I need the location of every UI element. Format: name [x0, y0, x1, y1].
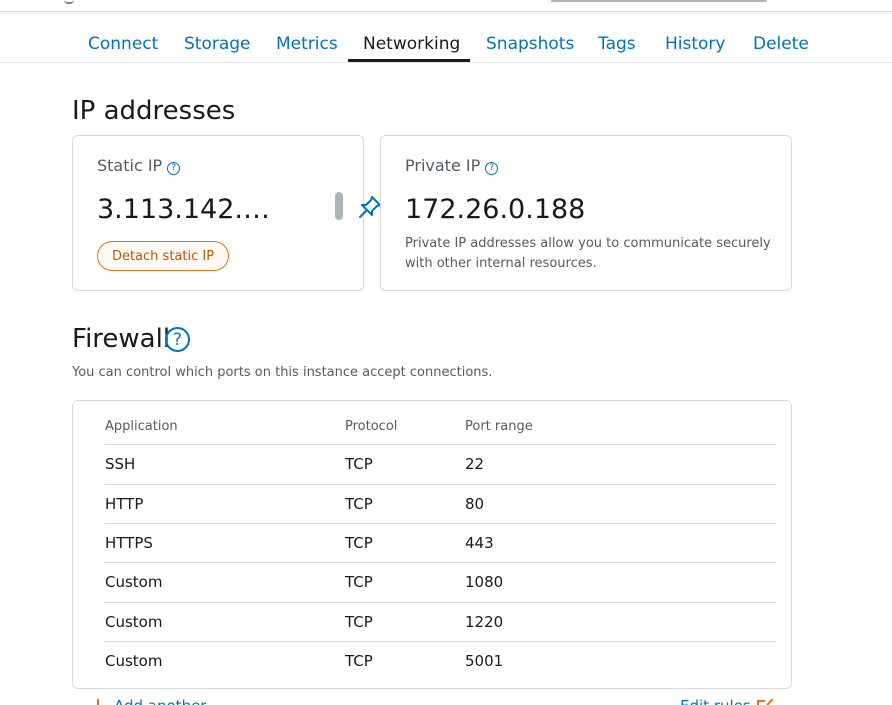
private-ip-card: Private IP? 172.26.0.188 Private IP addr… [380, 135, 792, 291]
cell-protocol: TCP [345, 652, 373, 670]
firewall-description: You can control which ports on this inst… [72, 365, 493, 380]
column-header-protocol: Protocol [345, 419, 398, 434]
table-row: Custom TCP 1220 [105, 602, 776, 641]
private-ip-value: 172.26.0.188 [405, 194, 586, 225]
table-row: Custom TCP 1080 [105, 562, 776, 601]
cell-application: HTTP [105, 495, 144, 513]
help-icon[interactable]: ? [485, 161, 499, 175]
static-ip-label: Static IP? [97, 156, 181, 175]
cell-application: HTTPS [105, 534, 153, 552]
active-tab-indicator [348, 59, 470, 62]
static-ip-label-text: Static IP [97, 156, 163, 175]
cell-application: Custom [105, 613, 163, 631]
static-ip-value: 3.113.142.… [97, 194, 270, 225]
search-input[interactable] [551, 0, 767, 2]
cell-protocol: TCP [345, 573, 373, 591]
edit-rules-link[interactable]: Edit rules [680, 697, 751, 705]
cell-application: SSH [105, 455, 136, 473]
edit-icon[interactable] [757, 699, 775, 705]
firewall-heading: Firewall [72, 324, 171, 354]
cell-port-range: 22 [465, 455, 485, 473]
cell-application: Custom [105, 652, 163, 670]
private-ip-label: Private IP? [405, 156, 499, 175]
help-icon[interactable]: ? [167, 161, 181, 175]
tab-storage[interactable]: Storage [184, 34, 251, 54]
detach-static-ip-button[interactable]: Detach static IP [97, 241, 229, 271]
ip-addresses-heading: IP addresses [72, 96, 236, 126]
static-ip-card: Static IP? 3.113.142.… Detach static IP [72, 135, 381, 291]
firewall-help-icon[interactable]: ? [165, 327, 190, 352]
column-header-port-range: Port range [465, 419, 533, 434]
cell-port-range: 1220 [465, 613, 504, 631]
plus-icon [97, 699, 99, 705]
cell-port-range: 443 [465, 534, 494, 552]
tab-metrics[interactable]: Metrics [276, 34, 338, 54]
tab-networking[interactable]: Networking [363, 34, 460, 54]
private-ip-label-text: Private IP [405, 156, 481, 175]
cell-protocol: TCP [345, 613, 373, 631]
text-scroll-handle[interactable] [335, 192, 343, 220]
tab-snapshots[interactable]: Snapshots [486, 34, 574, 54]
cell-protocol: TCP [345, 534, 373, 552]
cell-port-range: 80 [465, 495, 485, 513]
tab-delete[interactable]: Delete [753, 34, 809, 54]
table-row: HTTPS TCP 443 [105, 523, 776, 562]
tab-connect[interactable]: Connect [88, 34, 158, 54]
cell-port-range: 1080 [465, 573, 504, 591]
column-header-application: Application [105, 419, 178, 434]
firewall-rules-table: Application Protocol Port range SSH TCP … [72, 400, 792, 689]
cell-port-range: 5001 [465, 652, 504, 670]
table-row: Custom TCP 5001 [105, 641, 776, 680]
table-row: HTTP TCP 80 [105, 484, 776, 523]
cell-protocol: TCP [345, 455, 373, 473]
cell-protocol: TCP [345, 495, 373, 513]
table-row: SSH TCP 22 [105, 444, 776, 483]
tab-history[interactable]: History [665, 34, 725, 54]
logo-icon[interactable] [64, 0, 74, 4]
instance-tabs: Connect Storage Metrics Networking Snaps… [0, 12, 892, 63]
add-another-link[interactable]: Add another [114, 697, 206, 705]
private-ip-description: Private IP addresses allow you to commun… [405, 236, 771, 271]
top-navigation-bar [0, 0, 892, 12]
tab-tags[interactable]: Tags [598, 34, 636, 54]
cell-application: Custom [105, 573, 163, 591]
